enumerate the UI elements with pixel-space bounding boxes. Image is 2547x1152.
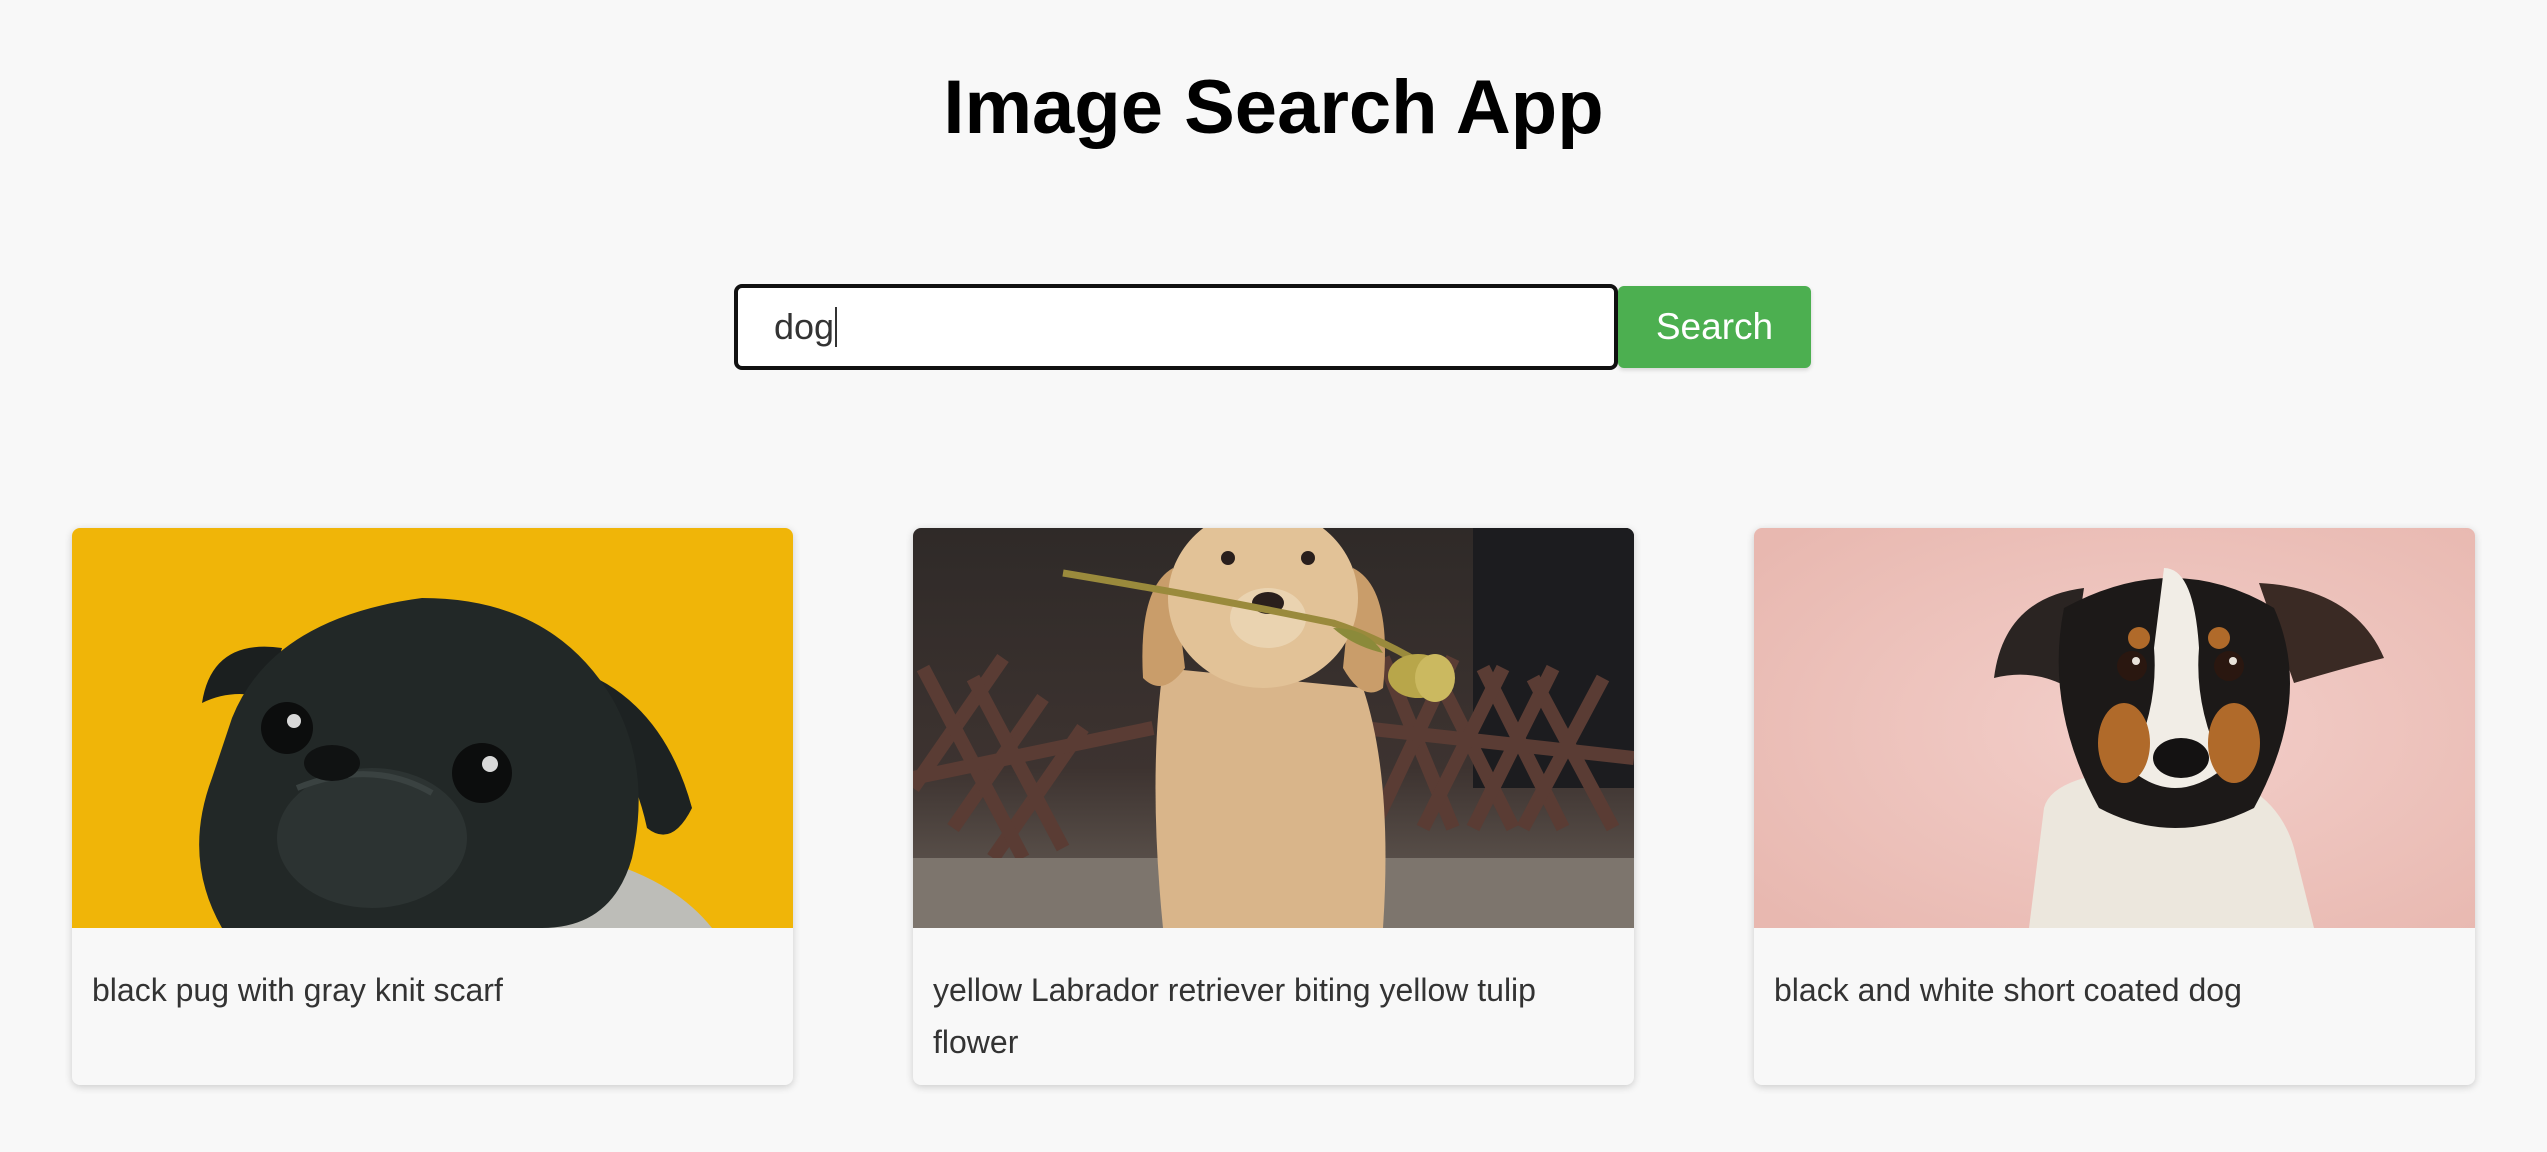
result-caption: black and white short coated dog: [1774, 972, 2242, 1008]
search-input-value: dog: [774, 306, 835, 347]
result-image-terrier[interactable]: [1754, 528, 2475, 928]
results-grid: black pug with gray knit scarf yellow La…: [72, 528, 2475, 1085]
result-image-labrador[interactable]: [913, 528, 1634, 928]
terrier-photo-icon: [1754, 528, 2475, 928]
result-image-pug[interactable]: [72, 528, 793, 928]
result-card[interactable]: black pug with gray knit scarf: [72, 528, 793, 1085]
result-card[interactable]: yellow Labrador retriever biting yellow …: [913, 528, 1634, 1085]
result-card[interactable]: black and white short coated dog: [1754, 528, 2475, 1085]
page-title: Image Search App: [943, 65, 1604, 150]
search-bar: dog Search: [734, 284, 1811, 370]
text-caret: [835, 307, 838, 347]
result-caption: yellow Labrador retriever biting yellow …: [933, 972, 1536, 1060]
pug-photo-icon: [72, 528, 793, 928]
labrador-photo-icon: [913, 528, 1634, 928]
search-input[interactable]: dog: [734, 284, 1618, 370]
result-caption: black pug with gray knit scarf: [92, 972, 503, 1008]
app-page: Image Search App dog Search black pug wi…: [0, 0, 2547, 1152]
search-button[interactable]: Search: [1618, 286, 1811, 368]
